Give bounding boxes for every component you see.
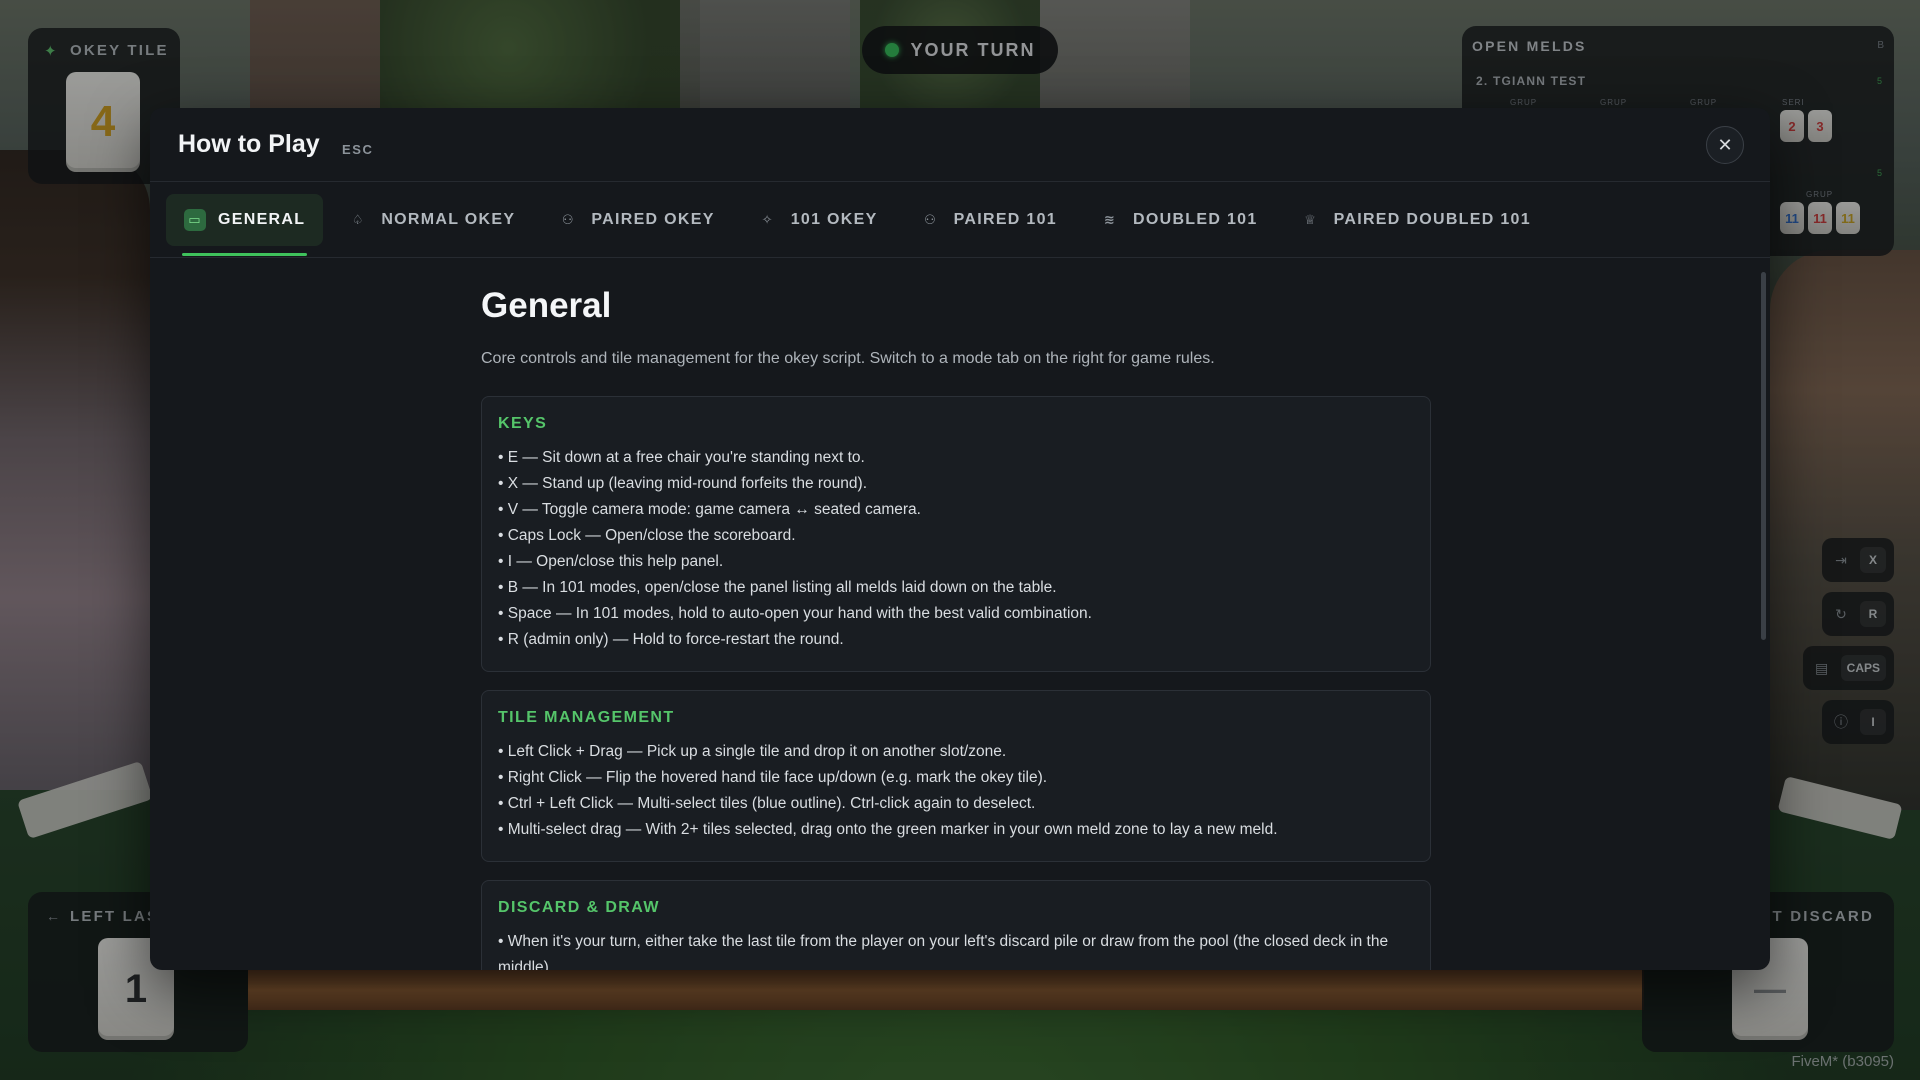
tab-paired-okey[interactable]: ⚇ PAIRED OKEY <box>539 194 732 246</box>
card-line: • When it's your turn, either take the l… <box>498 933 1389 970</box>
tab-label: DOUBLED 101 <box>1133 210 1258 228</box>
tab-label: GENERAL <box>218 210 306 228</box>
tab-label: PAIRED OKEY <box>591 210 715 228</box>
esc-hint: ESC <box>342 142 374 157</box>
card-line: • Multi-select drag — With 2+ tiles sele… <box>498 821 1278 838</box>
card-title: DISCARD & DRAW <box>498 899 660 916</box>
close-button[interactable]: ✕ <box>1706 126 1744 164</box>
layers-icon: ≋ <box>1103 211 1117 227</box>
sparkle-icon: ✧ <box>761 211 774 227</box>
tab-general[interactable]: ▭ GENERAL <box>166 193 324 256</box>
modal-content-area[interactable]: General Core controls and tile managemen… <box>150 258 1770 970</box>
mode-tabs: ▭ GENERAL ♤ NORMAL OKEY ⚇ PAIRED OKEY ✧ … <box>150 182 1770 258</box>
section-description: Core controls and tile management for th… <box>481 350 1215 367</box>
tab-paired-doubled-101[interactable]: ♕ PAIRED DOUBLED 101 <box>1282 194 1549 246</box>
help-content: General Core controls and tile managemen… <box>481 286 1431 970</box>
card-line: • Right Click — Flip the hovered hand ti… <box>498 769 1048 786</box>
tab-101-okey[interactable]: ✧ 101 OKEY <box>739 194 896 246</box>
tab-doubled-101[interactable]: ≋ DOUBLED 101 <box>1081 194 1276 246</box>
card-title: TILE MANAGEMENT <box>498 709 675 726</box>
users-icon: ⚇ <box>561 211 575 227</box>
card-title: KEYS <box>498 415 548 432</box>
card-line: • Ctrl + Left Click — Multi-select tiles… <box>498 795 1036 812</box>
modal-title: How to Play <box>178 130 320 158</box>
card-line: • I — Open/close this help panel. <box>498 553 724 570</box>
discard-draw-card: DISCARD & DRAW • When it's your turn, ei… <box>481 880 1431 970</box>
modal-header: How to Play ESC ✕ <box>150 108 1770 182</box>
tab-label: PAIRED DOUBLED 101 <box>1333 210 1531 228</box>
tile-management-card: TILE MANAGEMENT • Left Click + Drag — Pi… <box>481 690 1431 862</box>
users-icon: ⚇ <box>924 211 938 227</box>
spade-icon: ♤ <box>351 211 365 227</box>
close-icon: ✕ <box>1717 134 1733 155</box>
tab-label: NORMAL OKEY <box>381 210 516 228</box>
tab-paired-101[interactable]: ⚇ PAIRED 101 <box>902 194 1075 246</box>
card-line: • E — Sit down at a free chair you're st… <box>498 449 865 466</box>
section-title: General <box>481 286 612 325</box>
card-line: • X — Stand up (leaving mid-round forfei… <box>498 475 868 492</box>
trophy-icon: ♕ <box>1304 211 1318 227</box>
card-line: • Left Click + Drag — Pick up a single t… <box>498 743 1007 760</box>
tab-label: PAIRED 101 <box>953 210 1057 228</box>
tab-normal-okey[interactable]: ♤ NORMAL OKEY <box>329 194 533 246</box>
card-line: • B — In 101 modes, open/close the panel… <box>498 579 1057 596</box>
keys-card: KEYS • E — Sit down at a free chair you'… <box>481 396 1431 672</box>
how-to-play-modal: How to Play ESC ✕ ▭ GENERAL ♤ NORMAL OKE… <box>150 108 1770 970</box>
scrollbar[interactable] <box>1761 272 1766 640</box>
keyboard-icon: ▭ <box>184 208 206 231</box>
card-line: • V — Toggle camera mode: game camera ↔ … <box>498 501 921 518</box>
tab-label: 101 OKEY <box>790 210 878 228</box>
card-line: • Space — In 101 modes, hold to auto-ope… <box>498 605 1092 622</box>
card-line: • R (admin only) — Hold to force-restart… <box>498 631 844 648</box>
card-line: • Caps Lock — Open/close the scoreboard. <box>498 527 796 544</box>
